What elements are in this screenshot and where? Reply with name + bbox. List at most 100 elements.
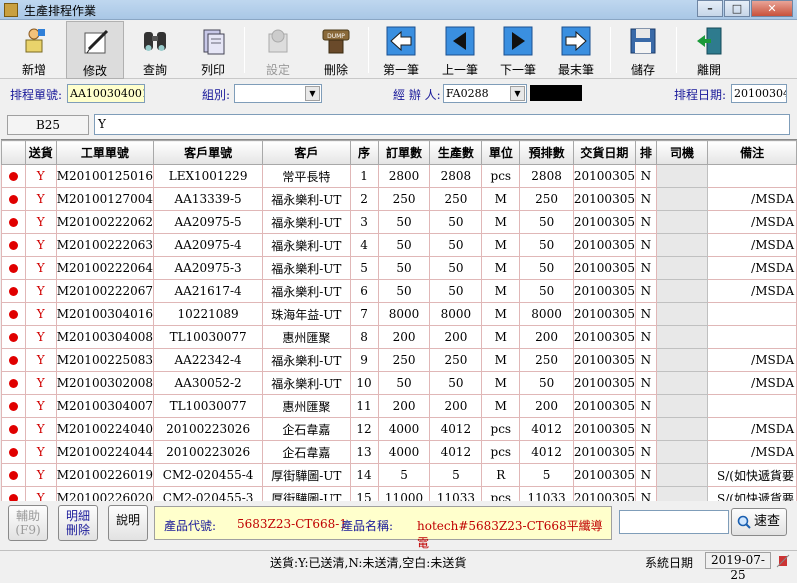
row-status-cell[interactable] (1, 417, 26, 441)
table-cell[interactable]: AA13339-5 (153, 187, 264, 211)
table-cell[interactable]: N (634, 256, 657, 280)
first-record-button[interactable]: 第一筆 (372, 21, 430, 79)
table-cell[interactable] (655, 233, 709, 257)
table-cell[interactable]: M20100224044 (55, 440, 155, 464)
table-cell[interactable]: 20100305 (572, 486, 636, 501)
table-cell[interactable]: 5 (429, 463, 483, 487)
row-status-cell[interactable] (1, 463, 26, 487)
table-cell[interactable]: 企石韋嘉 (262, 417, 351, 441)
table-row[interactable]: Y M20100222067 AA21617-4 福永樂利-UT 6 50 50 M 50 201… (1, 279, 797, 303)
table-cell[interactable]: 50 (429, 233, 483, 257)
table-cell[interactable]: M20100304008 (55, 325, 155, 349)
column-header[interactable]: 交貨日期 (572, 140, 636, 165)
row-status-cell[interactable] (1, 486, 26, 501)
table-cell[interactable]: 4012 (519, 417, 574, 441)
table-cell[interactable]: /MSDA (707, 417, 797, 441)
table-cell[interactable] (655, 348, 709, 372)
row-status-cell[interactable] (1, 164, 26, 188)
previous-record-button[interactable]: 上一筆 (431, 21, 489, 79)
table-cell[interactable]: /MSDA (707, 279, 797, 303)
row-status-cell[interactable] (1, 394, 26, 418)
table-cell[interactable]: 5 (377, 463, 431, 487)
table-cell[interactable]: N (634, 486, 657, 501)
table-cell[interactable] (655, 187, 709, 211)
table-cell[interactable]: 20100305 (572, 440, 636, 464)
table-cell[interactable]: 13 (349, 440, 379, 464)
table-cell[interactable]: M (481, 302, 521, 326)
table-cell[interactable]: 福永樂利-UT (262, 210, 351, 234)
table-cell[interactable]: N (634, 394, 657, 418)
table-row[interactable]: Y M20100222063 AA20975-4 福永樂利-UT 4 50 50 M 50 201… (1, 233, 797, 257)
row-status-cell[interactable] (1, 325, 26, 349)
table-cell[interactable]: pcs (481, 164, 521, 188)
table-cell[interactable]: M20100222064 (55, 256, 155, 280)
column-header[interactable]: 訂單數 (377, 140, 431, 165)
exit-button[interactable]: 離開 (680, 21, 738, 79)
query-button[interactable]: 查詢 (126, 21, 184, 79)
table-row[interactable]: Y M20100222064 AA20975-3 福永樂利-UT 5 50 50 M 50 201… (1, 256, 797, 280)
table-cell[interactable]: 20100305 (572, 279, 636, 303)
table-cell[interactable]: /MSDA (707, 371, 797, 395)
table-cell[interactable]: M20100224040 (55, 417, 155, 441)
table-cell[interactable]: M20100125016 (55, 164, 155, 188)
table-cell[interactable]: /MSDA (707, 210, 797, 234)
table-cell[interactable]: 50 (519, 371, 574, 395)
table-cell[interactable]: 企石韋嘉 (262, 440, 351, 464)
table-cell[interactable] (707, 394, 797, 418)
table-cell[interactable]: 50 (429, 279, 483, 303)
table-cell[interactable]: 11000 (377, 486, 431, 501)
table-cell[interactable]: 50 (429, 371, 483, 395)
table-cell[interactable]: Y (24, 279, 57, 303)
table-row[interactable]: Y M20100304008 TL10030077 惠州匯聚 8 200 200 M 200 20… (1, 325, 797, 349)
table-cell[interactable]: 50 (429, 210, 483, 234)
table-cell[interactable]: 10221089 (153, 302, 264, 326)
group-select[interactable]: ▼ (234, 84, 322, 103)
table-row[interactable]: Y M20100302008 AA30052-2 福永樂利-UT 10 50 50 M 50 20… (1, 371, 797, 395)
table-cell[interactable]: 20100305 (572, 325, 636, 349)
table-cell[interactable]: 200 (519, 394, 574, 418)
detail-delete-button[interactable]: 明細 刪除 (58, 505, 98, 541)
table-cell[interactable]: S/(如快遞貨要 (707, 486, 797, 501)
column-header[interactable] (1, 140, 26, 165)
cell-value-input[interactable]: Y (94, 114, 790, 135)
table-cell[interactable]: Y (24, 302, 57, 326)
maximize-button[interactable]: □ (724, 0, 750, 17)
table-cell[interactable]: N (634, 164, 657, 188)
table-cell[interactable]: 8000 (429, 302, 483, 326)
table-cell[interactable]: M (481, 279, 521, 303)
table-cell[interactable] (655, 325, 709, 349)
minimize-button[interactable]: – (697, 0, 723, 17)
settings-button[interactable]: 設定 (249, 21, 307, 79)
table-cell[interactable]: 2808 (519, 164, 574, 188)
table-cell[interactable]: 250 (377, 187, 431, 211)
table-cell[interactable]: 50 (377, 279, 431, 303)
column-header[interactable]: 單位 (481, 140, 521, 165)
table-cell[interactable]: 20100305 (572, 164, 636, 188)
table-cell[interactable]: R (481, 463, 521, 487)
table-cell[interactable]: 200 (429, 325, 483, 349)
table-cell[interactable]: 50 (377, 233, 431, 257)
table-cell[interactable]: 20100305 (572, 371, 636, 395)
table-cell[interactable]: 4000 (377, 417, 431, 441)
table-row[interactable]: Y M20100127004 AA13339-5 福永樂利-UT 2 250 250 M 250… (1, 187, 797, 211)
table-cell[interactable]: CM2-020455-4 (153, 463, 264, 487)
table-cell[interactable]: M20100304016 (55, 302, 155, 326)
table-cell[interactable]: M (481, 371, 521, 395)
table-cell[interactable]: M20100226020 (55, 486, 155, 501)
edit-button[interactable]: 修改 (66, 21, 124, 79)
table-cell[interactable]: TL10030077 (153, 394, 264, 418)
handler-select[interactable]: FA0288 ▼ (443, 84, 527, 103)
table-cell[interactable]: Y (24, 256, 57, 280)
table-cell[interactable]: 50 (429, 256, 483, 280)
table-cell[interactable]: 20100305 (572, 210, 636, 234)
table-cell[interactable]: Y (24, 325, 57, 349)
schedule-no-field[interactable]: AA100304001 (67, 84, 145, 103)
table-cell[interactable]: 常平長特 (262, 164, 351, 188)
table-row[interactable]: Y M20100125016 LEX1001229 常平長特 1 2800 2808 pcs 2… (1, 164, 797, 188)
table-cell[interactable]: 5 (519, 463, 574, 487)
table-cell[interactable]: AA20975-5 (153, 210, 264, 234)
table-cell[interactable]: 50 (519, 279, 574, 303)
table-cell[interactable]: M20100226019 (55, 463, 155, 487)
explain-button[interactable]: 說明 (108, 505, 148, 541)
table-cell[interactable]: N (634, 440, 657, 464)
